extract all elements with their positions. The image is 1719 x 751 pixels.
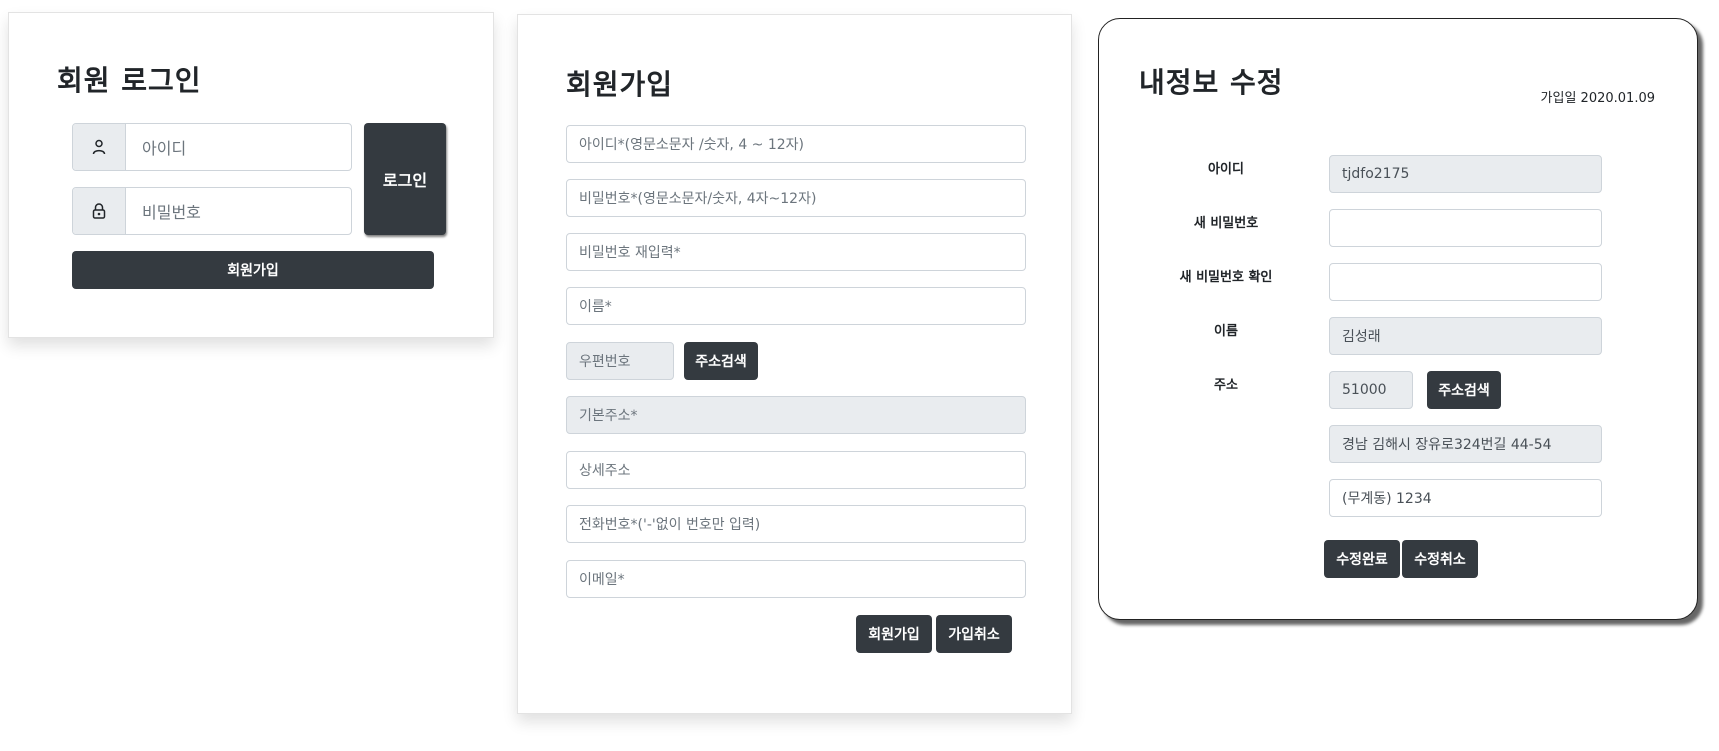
profile-detail-address-input[interactable]: (무계동) 1234 <box>1329 479 1602 517</box>
signup-id-input[interactable]: 아이디*(영문소문자 /숫자, 4 ~ 12자) <box>566 125 1026 163</box>
profile-new-password-label: 새 비밀번호 <box>1193 216 1259 231</box>
signup-base-address-input[interactable]: 기본주소* <box>566 396 1026 434</box>
profile-address-label: 주소 <box>1214 378 1238 393</box>
profile-cancel-button[interactable]: 수정취소 <box>1402 540 1478 578</box>
login-title: 회원 로그인 <box>57 64 202 97</box>
signup-submit-button[interactable]: 회원가입 <box>856 615 932 653</box>
signup-address-search-button[interactable]: 주소검색 <box>684 342 758 380</box>
login-password-group[interactable]: 비밀번호 <box>72 187 352 235</box>
login-id-group[interactable]: 아이디 <box>72 123 352 171</box>
join-date: 가입일 2020.01.09 <box>1540 91 1655 106</box>
login-password-input[interactable]: 비밀번호 <box>126 188 351 234</box>
signup-title: 회원가입 <box>566 68 674 101</box>
person-icon <box>73 124 126 170</box>
profile-title: 내정보 수정 <box>1139 66 1284 99</box>
profile-card: 내정보 수정 가입일 2020.01.09 아이디 tjdfo2175 새 비밀… <box>1098 18 1698 620</box>
profile-name-input: 김성래 <box>1329 317 1602 355</box>
profile-new-password-input[interactable] <box>1329 209 1602 247</box>
login-signup-button[interactable]: 회원가입 <box>72 251 434 289</box>
signup-password-input[interactable]: 비밀번호*(영문소문자/숫자, 4자~12자) <box>566 179 1026 217</box>
login-button[interactable]: 로그인 <box>364 123 446 235</box>
profile-name-label: 이름 <box>1214 324 1238 339</box>
signup-cancel-button[interactable]: 가입취소 <box>936 615 1012 653</box>
signup-postcode-input[interactable]: 우편번호 <box>566 342 674 380</box>
signup-password-confirm-input[interactable]: 비밀번호 재입력* <box>566 233 1026 271</box>
profile-confirm-password-label: 새 비밀번호 확인 <box>1179 270 1273 285</box>
signup-detail-address-input[interactable]: 상세주소 <box>566 451 1026 489</box>
signup-phone-input[interactable]: 전화번호*('-'없이 번호만 입력) <box>566 505 1026 543</box>
profile-postcode-input: 51000 <box>1329 371 1413 409</box>
profile-address-search-button[interactable]: 주소검색 <box>1427 371 1501 409</box>
profile-confirm-password-input[interactable] <box>1329 263 1602 301</box>
signup-name-input[interactable]: 이름* <box>566 287 1026 325</box>
login-card: 회원 로그인 아이디 비밀번호 로그인 회원가입 <box>8 12 494 338</box>
signup-email-input[interactable]: 이메일* <box>566 560 1026 598</box>
profile-id-label: 아이디 <box>1208 162 1244 177</box>
profile-save-button[interactable]: 수정완료 <box>1324 540 1400 578</box>
lock-icon <box>73 188 126 234</box>
profile-id-input: tjdfo2175 <box>1329 155 1602 193</box>
login-id-input[interactable]: 아이디 <box>126 124 351 170</box>
profile-base-address-input: 경남 김해시 장유로324번길 44-54 <box>1329 425 1602 463</box>
signup-card: 회원가입 아이디*(영문소문자 /숫자, 4 ~ 12자) 비밀번호*(영문소문… <box>517 14 1072 714</box>
